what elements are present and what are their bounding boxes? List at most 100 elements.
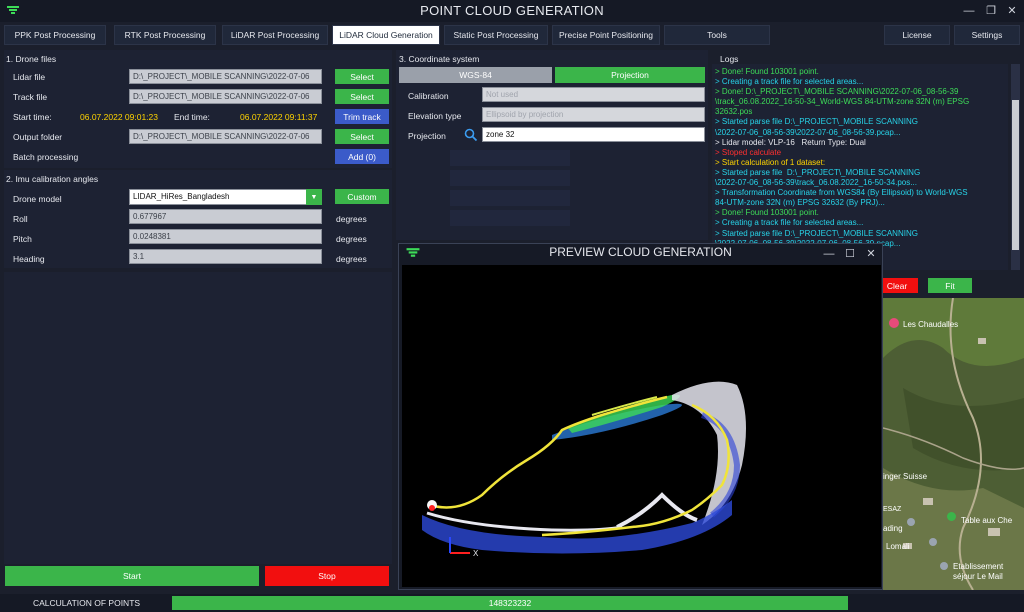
drone-model-value: LIDAR_HiRes_Bangladesh <box>133 192 230 201</box>
log-line: > Started parse file D:\_PROJECT\_MOBILE… <box>715 167 921 177</box>
wgs84-button[interactable]: WGS-84 <box>399 67 552 83</box>
map-label: Table aux Che <box>961 516 1013 525</box>
map-pin-icon[interactable] <box>947 512 956 521</box>
add-batch-button[interactable]: Add (0) <box>335 149 389 164</box>
tab-ppp[interactable]: Precise Point Positioning <box>552 25 660 45</box>
map-label: Etablissement <box>953 562 1004 571</box>
calibration-label: Calibration <box>408 91 449 101</box>
tab-lidar-post[interactable]: LiDAR Post Processing <box>222 25 328 45</box>
restore-icon[interactable]: ❐ <box>980 2 1002 20</box>
log-line: > Done! Found 103001 point. <box>715 67 819 76</box>
pitch-label: Pitch <box>13 234 32 244</box>
heading-field[interactable]: 3.1 <box>129 249 322 264</box>
pitch-unit: degrees <box>336 234 367 244</box>
map-label: séjour Le Mail <box>953 572 1003 581</box>
track-file-field[interactable]: D:\_PROJECT\_MOBILE SCANNING\2022-07-06 <box>129 89 322 104</box>
close-icon[interactable]: ✕ <box>1001 2 1023 20</box>
end-time-value: 06.07.2022 09:11:37 <box>240 112 318 122</box>
progress-bar: 148323232 <box>172 596 848 610</box>
output-select-button[interactable]: Select <box>335 129 389 144</box>
tab-ppk[interactable]: PPK Post Processing <box>4 25 106 45</box>
projection-input[interactable]: zone 32 <box>482 127 705 142</box>
tab-settings[interactable]: Settings <box>954 25 1020 45</box>
start-button[interactable]: Start <box>5 566 259 586</box>
map-pin-icon[interactable] <box>929 538 937 546</box>
map-pin-icon[interactable] <box>907 518 915 526</box>
projection-label: Projection <box>408 131 446 141</box>
drone-model-label: Drone model <box>13 194 62 204</box>
heading-unit: degrees <box>336 254 367 264</box>
log-line: > Started parse file D:\_PROJECT\_MOBILE… <box>715 117 918 127</box>
map-fit-button[interactable]: Fit <box>928 278 972 293</box>
projection-dropdown-ghost <box>450 150 570 240</box>
heading-label: Heading <box>13 254 45 264</box>
track-file-label: Track file <box>13 92 48 102</box>
map-label: ading <box>883 524 903 533</box>
progress-value: 148323232 <box>488 598 532 608</box>
log-line: > Stoped calculate <box>715 147 782 157</box>
chevron-down-icon[interactable]: ▼ <box>306 189 322 205</box>
roll-field[interactable]: 0.677967 <box>129 209 322 224</box>
projection-button[interactable]: Projection <box>555 67 705 83</box>
left-empty-panel <box>4 272 392 564</box>
log-line: > Start calculation of 1 dataset: <box>715 157 826 167</box>
preview-minimize-icon[interactable]: — <box>818 245 840 263</box>
minimize-icon[interactable]: — <box>958 2 980 20</box>
preview-close-icon[interactable]: ✕ <box>860 245 882 263</box>
log-line: 32632.pos <box>715 107 753 117</box>
trim-track-button[interactable]: Trim track <box>335 109 389 124</box>
start-time-value: 06.07.2022 09:01:23 <box>80 112 158 122</box>
logs-title: Logs <box>720 54 739 64</box>
roll-unit: degrees <box>336 214 367 224</box>
tab-license[interactable]: License <box>884 25 950 45</box>
map-label: Les Chaudalles <box>903 320 959 329</box>
preview-title: PREVIEW CLOUD GENERATION <box>549 245 732 259</box>
map-label: inger Suisse <box>883 472 928 481</box>
logs-scroll-thumb[interactable] <box>1012 100 1019 250</box>
pitch-field[interactable]: 0.0248381 <box>129 229 322 244</box>
map-pin-icon[interactable] <box>940 562 948 570</box>
search-icon[interactable] <box>464 128 478 142</box>
track-select-button[interactable]: Select <box>335 89 389 104</box>
log-line: \track_06.08.2022_16-50-34_World-WGS 84-… <box>715 97 970 107</box>
imu-title: 2. Imu calibration angles <box>6 174 99 184</box>
tab-static[interactable]: Static Post Processing <box>444 25 548 45</box>
log-line: > Lidar model: VLP-16 Return Type: Dual <box>715 137 866 147</box>
map-label: Lomali <box>886 542 910 551</box>
map-pin-icon[interactable] <box>889 318 899 328</box>
preview-maximize-icon[interactable]: ☐ <box>839 245 861 263</box>
axis-x-label: X <box>473 549 479 558</box>
point-cloud-canvas[interactable]: X <box>402 265 881 587</box>
lidar-file-label: Lidar file <box>13 72 46 82</box>
tab-lidar-cloud[interactable]: LiDAR Cloud Generation <box>332 25 440 45</box>
elevation-field[interactable]: Ellipsoid by projection <box>482 107 705 122</box>
calibration-field[interactable]: Not used <box>482 87 705 102</box>
elevation-label: Elevation type <box>408 111 462 121</box>
drone-files-title: 1. Drone files <box>6 54 57 64</box>
drone-files-panel <box>4 50 392 168</box>
log-line: > Done! D:\_PROJECT\_MOBILE SCANNING\202… <box>715 87 959 97</box>
satellite-map[interactable]: Les Chaudalles inger Suisse ESAZ Table a… <box>883 298 1024 590</box>
log-line: > Started parse file D:\_PROJECT\_MOBILE… <box>715 228 918 238</box>
log-line: 84-UTM-zone 32N (m) EPSG 32632 (By PRJ).… <box>715 198 885 208</box>
tab-tools[interactable]: Tools <box>664 25 770 45</box>
roll-label: Roll <box>13 214 28 224</box>
drone-model-select[interactable]: LIDAR_HiRes_Bangladesh <box>129 189 322 205</box>
output-folder-field[interactable]: D:\_PROJECT\_MOBILE SCANNING\2022-07-06 <box>129 129 322 144</box>
output-folder-label: Output folder <box>13 132 63 142</box>
stop-button[interactable]: Stop <box>265 566 389 586</box>
coord-title: 3. Coordinate system <box>399 54 480 64</box>
start-time-label: Start time: <box>13 112 52 122</box>
log-line: \2022-07-06_08-56-39\2022-07-06_08-56-39… <box>715 127 901 137</box>
lidar-select-button[interactable]: Select <box>335 69 389 84</box>
lidar-file-field[interactable]: D:\_PROJECT\_MOBILE SCANNING\2022-07-06 <box>129 69 322 84</box>
batch-label: Batch processing <box>13 152 79 162</box>
tab-rtk[interactable]: RTK Post Processing <box>114 25 216 45</box>
log-line: > Creating a track file for selected are… <box>715 77 864 87</box>
log-line: > Creating a track file for selected are… <box>715 218 864 228</box>
custom-button[interactable]: Custom <box>335 189 389 204</box>
status-label: CALCULATION OF POINTS <box>33 598 141 608</box>
log-line: > Transformation Coordinate from WGS84 (… <box>715 188 968 198</box>
logs-scrollbar[interactable] <box>1011 64 1020 270</box>
log-line: > Done! Found 103001 point. <box>715 208 819 218</box>
